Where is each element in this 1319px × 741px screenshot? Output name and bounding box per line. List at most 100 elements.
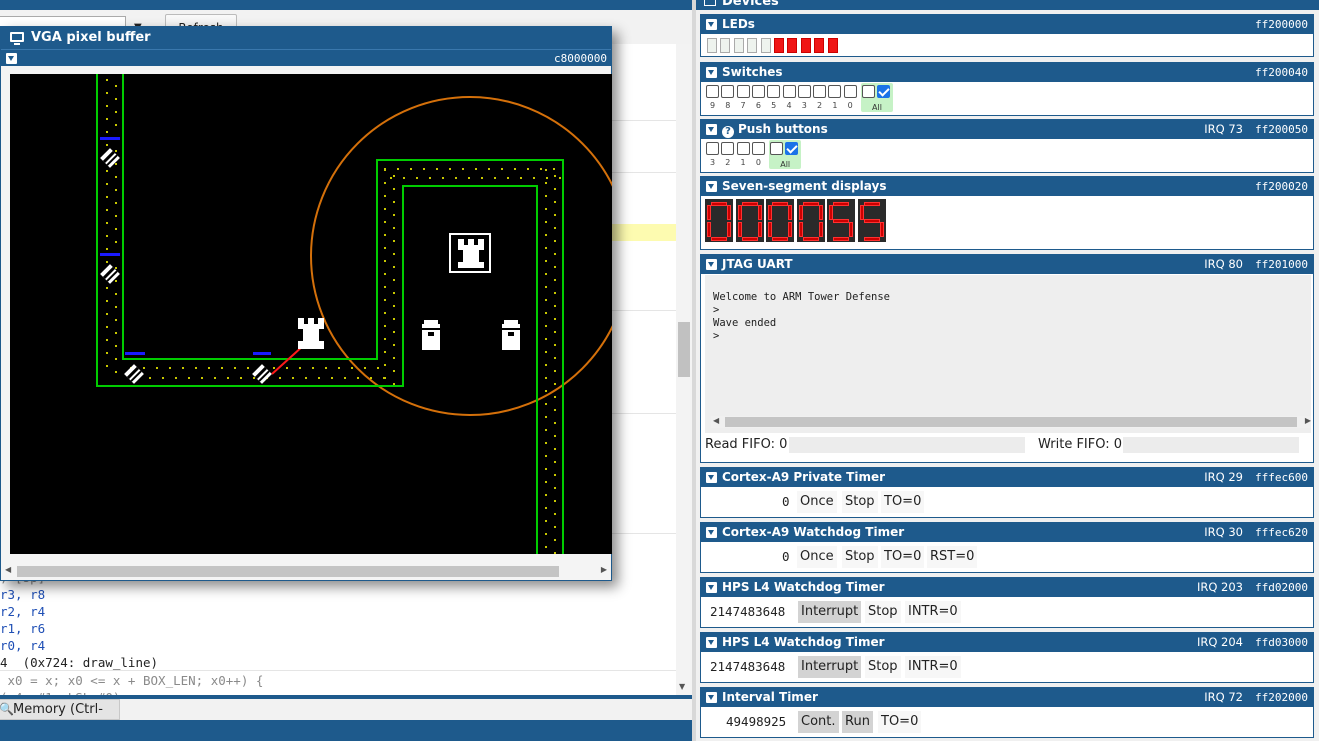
all-off-checkbox[interactable]: [770, 142, 784, 155]
scrollbar-thumb[interactable]: [17, 566, 559, 577]
path-dot: [227, 377, 229, 379]
timeout-flag[interactable]: TO=0: [881, 491, 925, 513]
path-dot: [554, 487, 556, 489]
vga-titlebar[interactable]: VGA pixel buffer: [1, 27, 611, 49]
switch-checkbox-3[interactable]: [706, 142, 719, 155]
all-on-checkbox[interactable]: [877, 85, 890, 98]
switch-checkbox-7[interactable]: [736, 85, 750, 98]
scroll-right-icon[interactable]: ▶: [601, 565, 607, 574]
collapse-icon[interactable]: [6, 53, 17, 64]
vga-window[interactable]: VGA pixel buffer c8000000 ◀ ▶: [0, 26, 612, 581]
collapse-icon[interactable]: [706, 582, 717, 593]
read-fifo-input[interactable]: [789, 437, 1025, 453]
path-dot: [115, 111, 117, 113]
interrupt-mode-button[interactable]: Interrupt: [798, 601, 862, 623]
timeout-flag[interactable]: TO=0: [881, 546, 925, 568]
state-button[interactable]: Stop: [865, 601, 901, 623]
state-button[interactable]: Stop: [865, 656, 901, 678]
code-line[interactable]: r1, r6: [0, 620, 45, 637]
path-dot: [436, 168, 438, 170]
scrollbar-thumb[interactable]: [678, 322, 690, 377]
leds-title: LEDs: [722, 17, 755, 31]
scroll-left-icon[interactable]: ◀: [5, 565, 11, 574]
timeout-flag[interactable]: TO=0: [878, 711, 922, 733]
segment: [772, 202, 788, 206]
path-dot: [384, 377, 386, 379]
hps-watchdog-1-header[interactable]: HPS L4 Watchdog Timer IRQ 203 ffd02000: [701, 578, 1313, 597]
path-dot: [115, 98, 117, 100]
segment: [788, 222, 792, 237]
leds-header[interactable]: LEDs ff200000: [701, 15, 1313, 34]
run-button[interactable]: Run: [842, 711, 873, 733]
switch-checkbox-4[interactable]: [782, 85, 796, 98]
code-line[interactable]: r2, r4: [0, 603, 45, 620]
all-off-checkbox[interactable]: [862, 85, 875, 98]
memory-tab[interactable]: 🔍 Memory (Ctrl-M): [0, 699, 120, 736]
interrupt-flag[interactable]: INTR=0: [905, 601, 961, 623]
all-toggle[interactable]: All: [769, 140, 802, 169]
watchdog-timer-header[interactable]: Cortex-A9 Watchdog Timer IRQ 30 fffec620: [701, 523, 1313, 542]
interrupt-mode-button[interactable]: Interrupt: [798, 656, 862, 678]
code-line[interactable]: 4 (0x724: draw_line): [0, 654, 158, 671]
all-on-checkbox[interactable]: [785, 142, 799, 155]
mode-button[interactable]: Once: [797, 491, 837, 513]
switch-checkbox-8[interactable]: [721, 85, 735, 98]
switch-checkbox-1[interactable]: [736, 142, 750, 155]
path-dot: [106, 287, 108, 289]
collapse-icon[interactable]: [706, 124, 717, 135]
private-timer-panel: Cortex-A9 Private Timer IRQ 29 fffec600 …: [700, 467, 1314, 518]
interval-timer-header[interactable]: Interval Timer IRQ 72 ff202000: [701, 688, 1313, 707]
code-line[interactable]: r0, r4: [0, 637, 45, 654]
jtag-uart-header[interactable]: JTAG UART IRQ 80 ff201000: [701, 255, 1313, 274]
interrupt-flag[interactable]: INTR=0: [905, 656, 961, 678]
collapse-icon[interactable]: [706, 527, 717, 538]
collapse-icon[interactable]: [706, 637, 717, 648]
uart-scrollbar[interactable]: ◀ ▶: [711, 416, 1311, 428]
segment: [727, 222, 731, 237]
vga-canvas[interactable]: [10, 74, 612, 554]
path-dot: [195, 367, 197, 369]
state-button[interactable]: Stop: [842, 546, 878, 568]
editor-scrollbar[interactable]: ▼: [676, 44, 692, 695]
private-timer-header[interactable]: Cortex-A9 Private Timer IRQ 29 fffec600: [701, 468, 1313, 487]
mode-button[interactable]: Once: [797, 546, 837, 568]
collapse-icon[interactable]: [706, 472, 717, 483]
seven-segment-header[interactable]: Seven-segment displays ff200020: [701, 177, 1313, 196]
path-dot: [545, 520, 547, 522]
scroll-down-icon[interactable]: ▼: [679, 682, 685, 691]
path-dot: [554, 344, 556, 346]
reset-flag[interactable]: RST=0: [927, 546, 978, 568]
continuous-mode-button[interactable]: Cont.: [798, 711, 839, 733]
vga-horizontal-scrollbar[interactable]: ◀ ▶: [1, 564, 611, 579]
scroll-right-icon[interactable]: ▶: [1305, 416, 1311, 425]
switch-checkbox-1[interactable]: [828, 85, 842, 98]
code-line[interactable]: x0 = x; x0 <= x + BOX_LEN; x0++) {: [0, 672, 264, 689]
switch-checkbox-3[interactable]: [797, 85, 811, 98]
switch-checkbox-5[interactable]: [767, 85, 781, 98]
switch-checkbox-2[interactable]: [813, 85, 827, 98]
switch-checkbox-9[interactable]: [706, 85, 719, 98]
collapse-icon[interactable]: [706, 259, 717, 270]
push-buttons-header[interactable]: ? Push buttons IRQ 73 ff200050: [701, 120, 1313, 139]
help-icon[interactable]: ?: [722, 126, 734, 138]
collapse-icon[interactable]: [706, 692, 717, 703]
hps-watchdog-2-header[interactable]: HPS L4 Watchdog Timer IRQ 204 ffd03000: [701, 633, 1313, 652]
collapse-icon[interactable]: [706, 67, 717, 78]
hps-watchdog-2-row: 2147483648 Interrupt Stop INTR=0: [701, 652, 1313, 683]
vga-subheader[interactable]: c8000000: [1, 49, 611, 66]
scrollbar-thumb[interactable]: [725, 417, 1297, 427]
collapse-icon[interactable]: [706, 19, 717, 30]
path-dot: [305, 377, 307, 379]
switch-checkbox-0[interactable]: [751, 142, 765, 155]
collapse-icon[interactable]: [706, 181, 717, 192]
uart-terminal[interactable]: Welcome to ARM Tower Defense > Wave ende…: [705, 275, 1311, 433]
state-button[interactable]: Stop: [842, 491, 878, 513]
switch-checkbox-2[interactable]: [721, 142, 735, 155]
switch-checkbox-0[interactable]: [843, 85, 857, 98]
code-line[interactable]: r3, r8: [0, 586, 45, 603]
write-fifo-input[interactable]: [1123, 437, 1299, 453]
switch-checkbox-6[interactable]: [751, 85, 765, 98]
switches-header[interactable]: Switches ff200040: [701, 63, 1313, 82]
scroll-left-icon[interactable]: ◀: [713, 416, 719, 425]
all-toggle[interactable]: All: [861, 83, 893, 112]
